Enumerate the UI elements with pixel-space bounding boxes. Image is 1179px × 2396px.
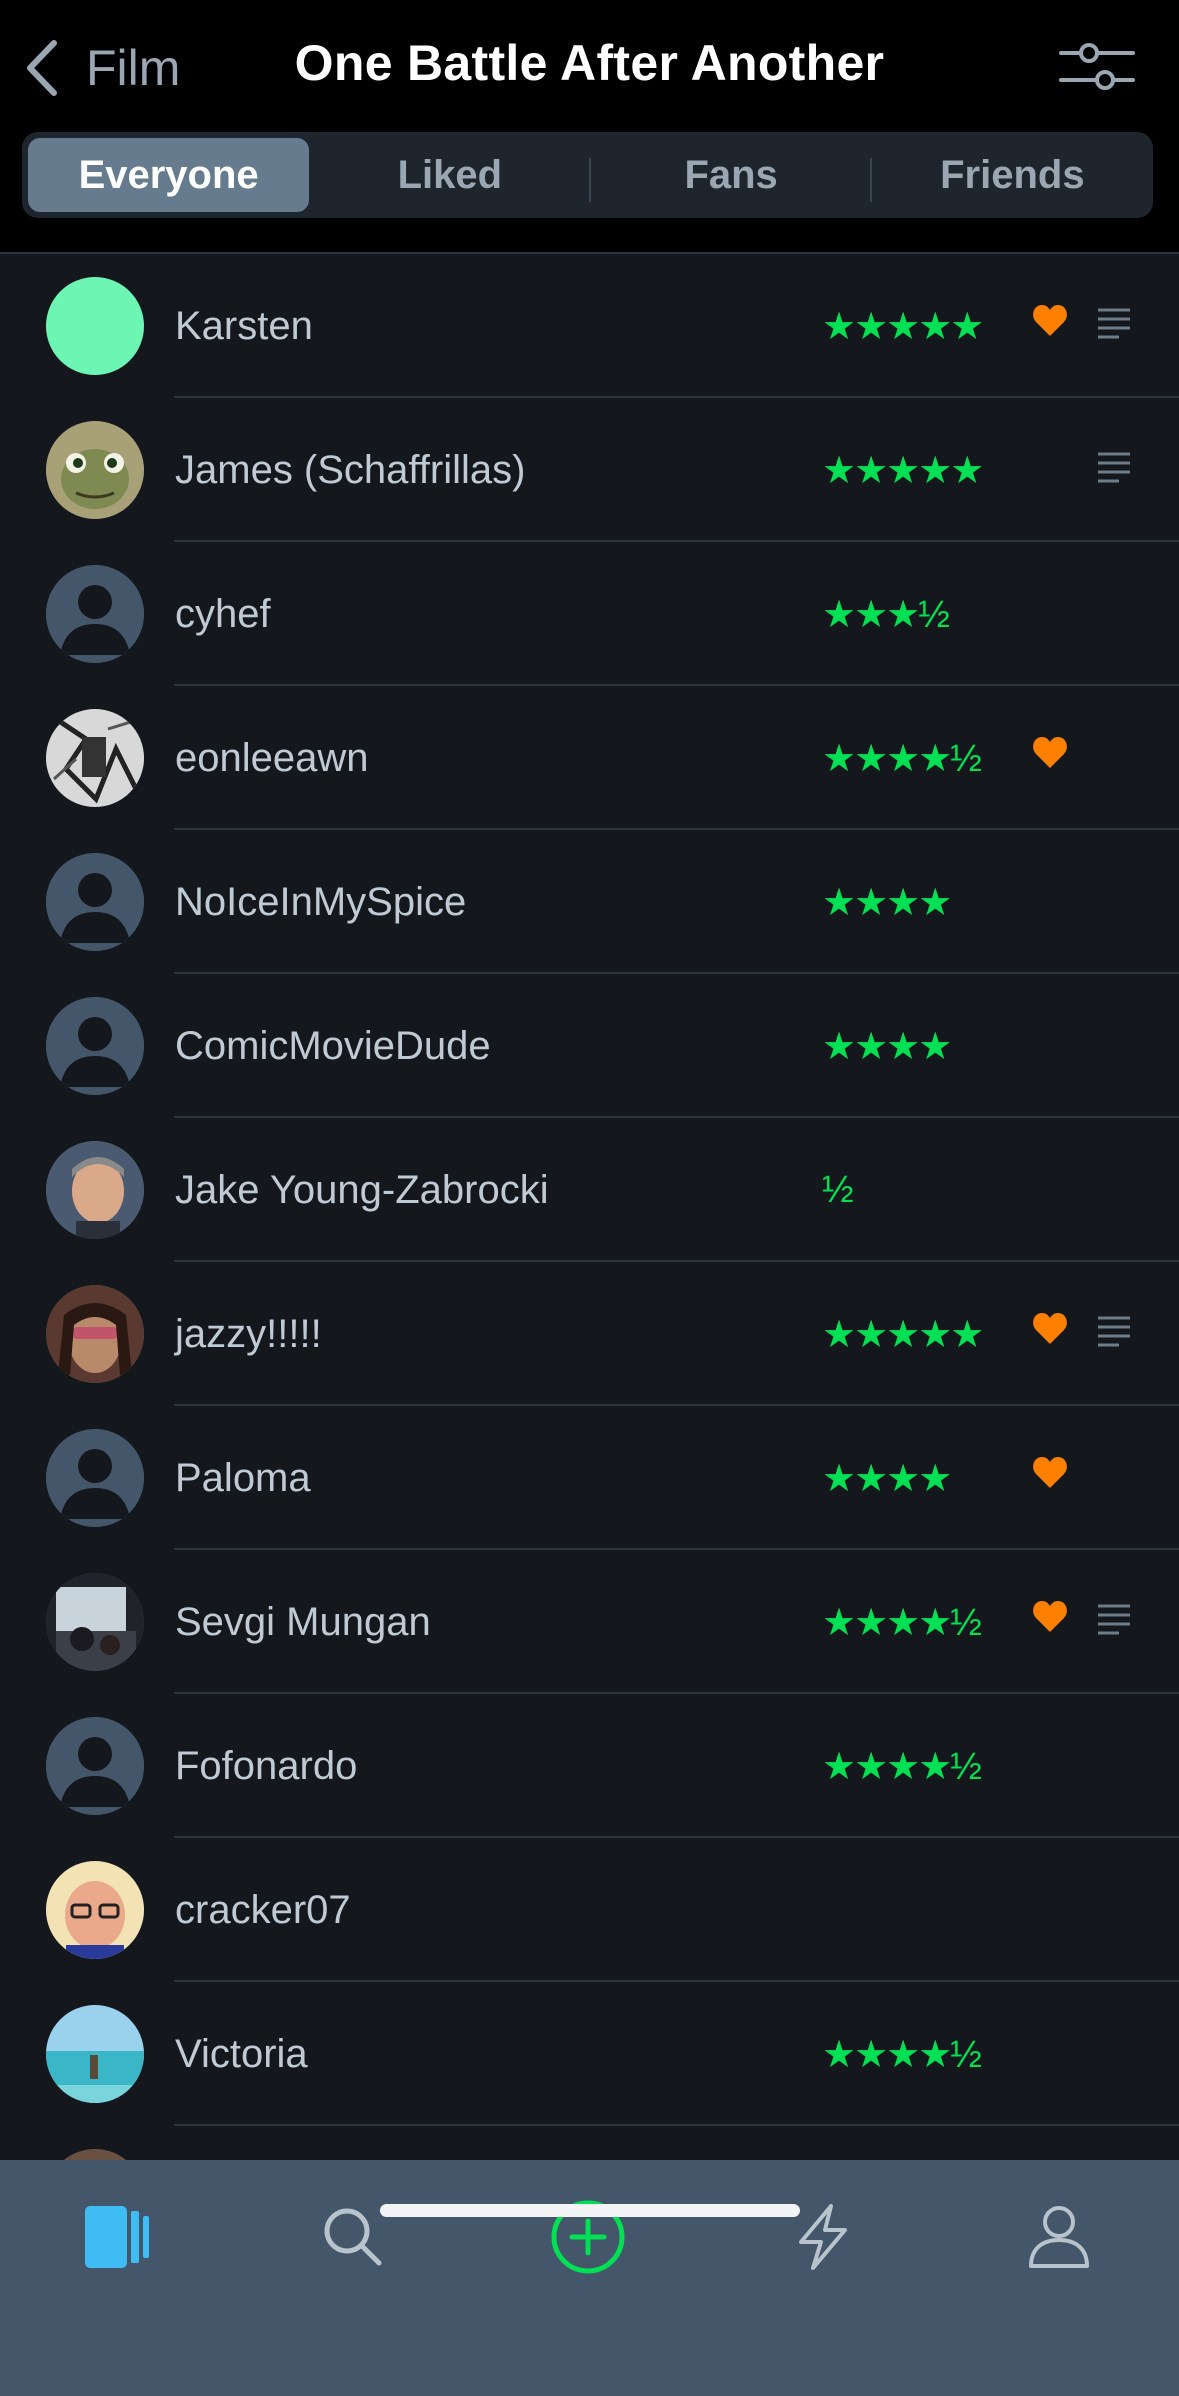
avatar[interactable] <box>46 1141 144 1239</box>
member-row[interactable]: James (Schaffrillas) ★★★★★ <box>0 398 1179 542</box>
username[interactable]: NoIceInMySpice <box>175 830 466 974</box>
username[interactable]: cracker07 <box>175 1838 351 1982</box>
username[interactable]: Jake Young-Zabrocki <box>175 1118 549 1262</box>
avatar-image <box>46 1861 144 1959</box>
star-rating: ★★★★ <box>822 881 952 924</box>
tab-liked-label: Liked <box>397 152 503 197</box>
username[interactable]: eonleeawn <box>175 686 369 830</box>
avatar[interactable] <box>46 565 144 663</box>
member-row[interactable]: eonleeawn ★★★★½ <box>0 686 1179 830</box>
star-rating: ★★★★½ <box>822 1745 982 1788</box>
username[interactable]: James (Schaffrillas) <box>175 398 525 542</box>
tab-profile[interactable] <box>1014 2192 1104 2282</box>
avatar[interactable] <box>46 709 144 807</box>
avatar-image <box>46 1573 144 1671</box>
username[interactable]: Karsten <box>175 254 313 398</box>
star-rating: ★★★★ <box>822 1025 952 1068</box>
member-row[interactable]: Karsten ★★★★★ <box>0 254 1179 398</box>
member-row[interactable]: Fofonardo ★★★★½ <box>0 1694 1179 1838</box>
member-row[interactable]: NoIceInMySpice ★★★★ <box>0 830 1179 974</box>
avatar[interactable] <box>46 1285 144 1383</box>
avatar-image <box>46 709 144 807</box>
review-text-icon[interactable] <box>1097 1314 1131 1350</box>
tab-liked[interactable]: Liked <box>309 138 591 212</box>
segmented-tabs: Everyone Liked Fans Friends <box>22 132 1153 218</box>
username[interactable]: Fofonardo <box>175 1694 357 1838</box>
member-row[interactable] <box>0 2126 1179 2162</box>
profile-icon <box>1029 2206 1089 2268</box>
avatar[interactable] <box>46 853 144 951</box>
avatar[interactable] <box>46 421 144 519</box>
username[interactable]: Victoria <box>175 1982 308 2126</box>
star-rating: ★★★½ <box>822 593 950 636</box>
heart-icon <box>1033 1601 1067 1632</box>
avatar-image <box>46 1141 144 1239</box>
star-rating: ★★★★½ <box>822 2033 982 2076</box>
review-text-icon[interactable] <box>1097 306 1131 342</box>
heart-icon <box>1033 305 1067 336</box>
avatar-image <box>46 1285 144 1383</box>
username[interactable]: Paloma <box>175 1406 311 1550</box>
filter-icon[interactable] <box>1059 36 1135 96</box>
review-text-icon[interactable] <box>1097 1602 1131 1638</box>
bottom-tab-bar <box>0 2160 1179 2396</box>
tab-films[interactable] <box>72 2192 162 2282</box>
heart-icon <box>1033 1457 1067 1488</box>
member-row[interactable]: jazzy!!!!! ★★★★★ <box>0 1262 1179 1406</box>
avatar-image <box>46 421 144 519</box>
avatar-image <box>46 277 144 375</box>
tab-friends[interactable]: Friends <box>872 138 1153 212</box>
member-row[interactable]: Paloma ★★★★ <box>0 1406 1179 1550</box>
tab-everyone[interactable]: Everyone <box>28 138 310 212</box>
member-row[interactable]: ComicMovieDude ★★★★ <box>0 974 1179 1118</box>
star-rating: ★★★★★ <box>822 449 984 492</box>
member-ratings-list[interactable]: Karsten ★★★★★ James (Schaffrillas) ★★★★★ cyh… <box>0 252 1179 2162</box>
avatar-image <box>46 1429 144 1527</box>
avatar[interactable] <box>46 1861 144 1959</box>
star-rating: ★★★★½ <box>822 737 982 780</box>
films-icon <box>85 2206 149 2268</box>
star-rating: ★★★★ <box>822 1457 952 1500</box>
avatar[interactable] <box>46 1717 144 1815</box>
avatar[interactable] <box>46 1573 144 1671</box>
review-text-icon[interactable] <box>1097 450 1131 486</box>
member-row[interactable]: Jake Young-Zabrocki ½ <box>0 1118 1179 1262</box>
star-rating: ★★★★★ <box>822 305 984 348</box>
member-row[interactable]: cyhef ★★★½ <box>0 542 1179 686</box>
avatar[interactable] <box>46 997 144 1095</box>
username[interactable]: ComicMovieDude <box>175 974 491 1118</box>
avatar[interactable] <box>46 277 144 375</box>
tab-fans[interactable]: Fans <box>591 138 872 212</box>
avatar[interactable] <box>46 2005 144 2103</box>
activity-icon <box>799 2204 847 2270</box>
home-indicator[interactable] <box>380 2204 800 2217</box>
page-title: One Battle After Another <box>294 35 885 91</box>
member-row[interactable]: cracker07 <box>0 1838 1179 1982</box>
username[interactable]: jazzy!!!!! <box>175 1262 322 1406</box>
star-rating: ½ <box>822 1168 854 1211</box>
tab-fans-label: Fans <box>684 152 778 197</box>
avatar-image <box>46 1717 144 1815</box>
avatar[interactable] <box>46 1429 144 1527</box>
nav-header: Film One Battle After Another Everyone L… <box>0 0 1179 252</box>
member-row[interactable]: Victoria ★★★★½ <box>0 1982 1179 2126</box>
search-icon <box>324 2208 382 2266</box>
star-rating: ★★★★★ <box>822 1313 984 1356</box>
heart-icon <box>1033 1313 1067 1344</box>
avatar-image <box>46 2005 144 2103</box>
avatar-image <box>46 997 144 1095</box>
username[interactable]: cyhef <box>175 542 271 686</box>
star-rating: ★★★★½ <box>822 1601 982 1644</box>
avatar-image <box>46 565 144 663</box>
username[interactable]: Sevgi Mungan <box>175 1550 431 1694</box>
heart-icon <box>1033 737 1067 768</box>
avatar-image <box>46 853 144 951</box>
member-row[interactable]: Sevgi Mungan ★★★★½ <box>0 1550 1179 1694</box>
